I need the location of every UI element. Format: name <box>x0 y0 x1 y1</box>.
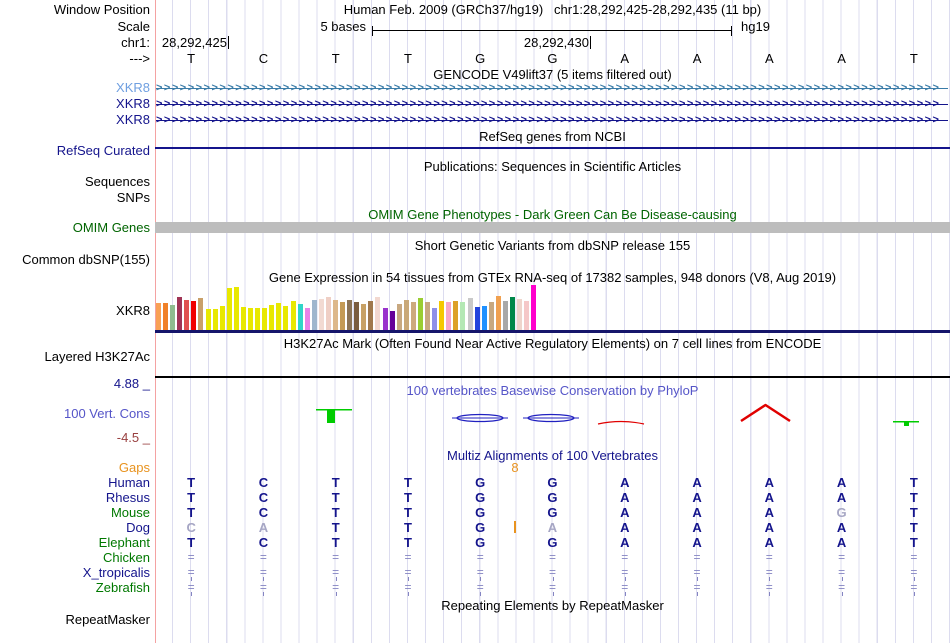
multiz-base-cell: A <box>764 520 774 535</box>
multiz-break-tick <box>552 592 554 596</box>
multiz-species-label[interactable]: Rhesus <box>0 490 150 505</box>
multiz-base-cell: T <box>187 535 196 550</box>
multiz-base-cell: T <box>909 475 918 490</box>
multiz-base-cell: C <box>258 535 269 550</box>
multiz-base-cell: T <box>403 475 412 490</box>
multiz-break-tick <box>841 592 843 596</box>
multiz-base-cell: A <box>547 520 558 535</box>
multiz-base-cell: A <box>692 505 702 520</box>
multiz-break-tick <box>263 592 265 596</box>
multiz-base-cell: A <box>836 490 847 505</box>
multiz-row: Rhesus T C T T G G A A A A T <box>0 490 950 505</box>
multiz-break-tick <box>191 592 193 596</box>
multiz-species-label[interactable]: Dog <box>0 520 150 535</box>
multiz-base-cell: G <box>475 475 486 490</box>
multiz-base-cell: = <box>621 550 629 564</box>
multiz-base-cell: = <box>910 550 918 564</box>
multiz-base-cell: G <box>836 505 847 520</box>
multiz-base-cell: A <box>764 535 774 550</box>
multiz-row: Dog C A T T G A A A A A T <box>0 520 950 535</box>
multiz-base-cell: T <box>331 490 340 505</box>
multiz-base-cell: A <box>836 475 847 490</box>
genome-browser-image: Window Position Human Feb. 2009 (GRCh37/… <box>0 0 950 643</box>
repeatmasker-label[interactable]: RepeatMasker <box>0 612 150 627</box>
multiz-base-cell: T <box>187 490 196 505</box>
multiz-base-cell: T <box>403 535 412 550</box>
multiz-base-cell: A <box>620 505 630 520</box>
multiz-species-label[interactable]: Chicken <box>0 550 150 565</box>
multiz-base-cell: G <box>547 490 558 505</box>
multiz-base-cell: = <box>187 550 195 564</box>
multiz-row: Zebrafish = = = = = = = = = = = <box>0 580 950 596</box>
multiz-base-cell: = <box>476 550 484 564</box>
multiz-species-label[interactable]: Mouse <box>0 505 150 520</box>
multiz-row: Mouse T C T T G G A A A G T <box>0 505 950 520</box>
multiz-base-cell: T <box>187 505 196 520</box>
multiz-break-tick <box>407 592 409 596</box>
multiz-base-cell: = <box>404 550 412 564</box>
multiz-break-tick <box>697 592 699 596</box>
multiz-base-cell: T <box>331 475 340 490</box>
multiz-break-tick <box>913 592 915 596</box>
multiz-base-cell: T <box>909 535 918 550</box>
multiz-base-cell: G <box>475 535 486 550</box>
multiz-base-cell: T <box>909 520 918 535</box>
multiz-base-cell: C <box>186 520 196 535</box>
multiz-base-cell: A <box>764 475 774 490</box>
multiz-base-cell: T <box>403 490 412 505</box>
multiz-base-cell: T <box>403 520 412 535</box>
multiz-base-cell: A <box>692 475 702 490</box>
multiz-base-cell: A <box>692 535 702 550</box>
multiz-insertion-mark <box>514 521 516 533</box>
multiz-base-cell: A <box>836 520 847 535</box>
multiz-base-cell: G <box>547 475 558 490</box>
multiz-base-cell: C <box>258 505 269 520</box>
multiz-break-tick <box>624 592 626 596</box>
multiz-base-cell: T <box>331 520 340 535</box>
multiz-species-label[interactable]: Zebrafish <box>0 580 150 595</box>
multiz-species-label[interactable]: Human <box>0 475 150 490</box>
multiz-base-cell: A <box>764 490 774 505</box>
multiz-base-cell: A <box>620 535 630 550</box>
multiz-base-cell: A <box>258 520 269 535</box>
multiz-base-cell: = <box>765 550 773 564</box>
multiz-base-cell: = <box>259 550 267 564</box>
multiz-break-tick <box>335 592 337 596</box>
multiz-base-cell: A <box>620 475 630 490</box>
multiz-break-tick <box>769 592 771 596</box>
multiz-base-cell: A <box>620 520 630 535</box>
multiz-base-cell: G <box>547 535 558 550</box>
multiz-row: Human T C T T G G A A A A T <box>0 475 950 490</box>
multiz-species-label[interactable]: X_tropicalis <box>0 565 150 580</box>
multiz-base-cell: A <box>764 505 774 520</box>
multiz-base-cell: A <box>692 490 702 505</box>
multiz-base-cell: T <box>403 505 412 520</box>
multiz-base-cell: G <box>547 505 558 520</box>
multiz-base-cell: T <box>909 490 918 505</box>
multiz-base-cell: G <box>475 490 486 505</box>
multiz-row: Chicken = = = = = = = = = = = <box>0 550 950 565</box>
multiz-base-cell: A <box>620 490 630 505</box>
multiz-base-cell: = <box>838 550 846 564</box>
multiz-base-cell: = <box>693 550 701 564</box>
multiz-base-cell: A <box>692 520 702 535</box>
multiz-alignment-rows: Human T C T T G G A A A A T Rhesus T C T T G G A A A A T Mouse T C… <box>0 0 950 643</box>
multiz-base-cell: T <box>331 535 340 550</box>
multiz-species-label[interactable]: Elephant <box>0 535 150 550</box>
multiz-row: Elephant T C T T G G A A A A T <box>0 535 950 550</box>
multiz-base-cell: A <box>836 535 847 550</box>
multiz-break-tick <box>480 592 482 596</box>
multiz-base-cell: G <box>475 505 486 520</box>
multiz-base-cell: T <box>187 475 196 490</box>
multiz-base-cell: T <box>909 505 918 520</box>
multiz-base-cell: C <box>258 490 269 505</box>
multiz-base-cell: C <box>258 475 269 490</box>
multiz-base-cell: G <box>475 520 486 535</box>
multiz-base-cell: T <box>331 505 340 520</box>
multiz-base-cell: = <box>548 550 556 564</box>
repeatmasker-track-title[interactable]: Repeating Elements by RepeatMasker <box>155 598 950 613</box>
multiz-base-cell: = <box>332 550 340 564</box>
multiz-row: X_tropicalis = = = = = = = = = = = <box>0 565 950 581</box>
